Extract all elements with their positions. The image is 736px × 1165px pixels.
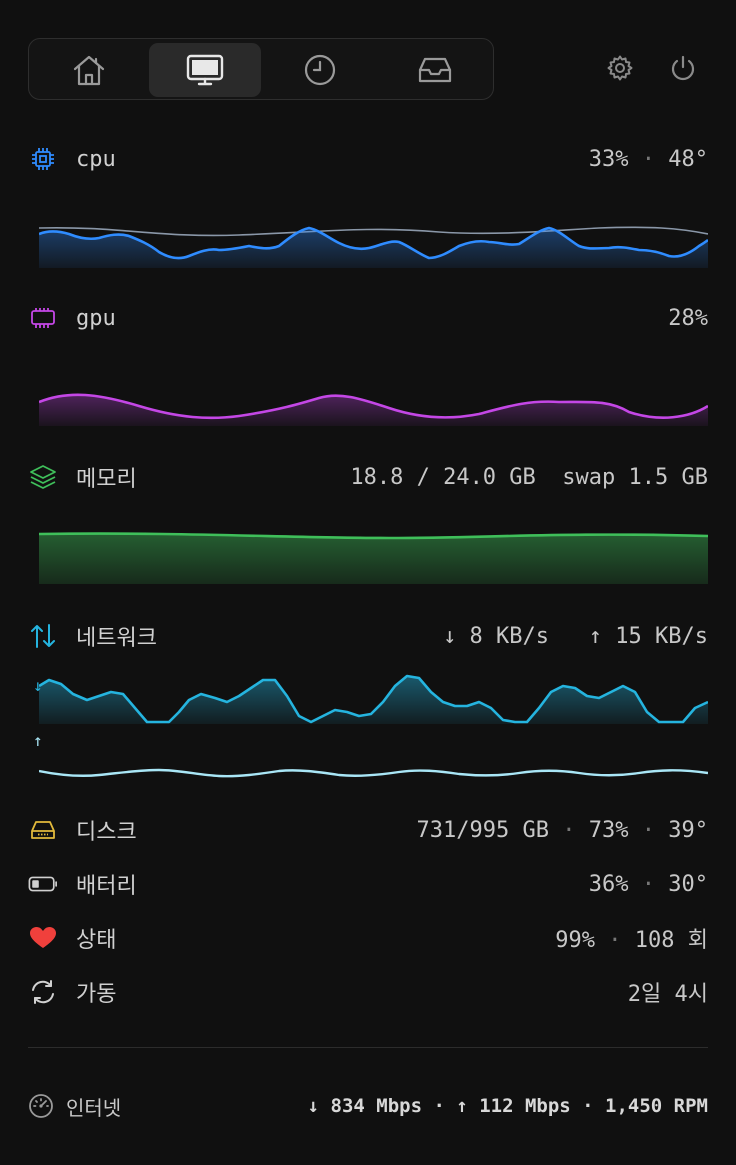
battery-cycles: 108 회 [634,928,708,953]
speedometer-icon [28,1093,54,1119]
tab-monitor[interactable] [149,43,261,97]
heart-icon [28,923,58,953]
gpu-header: gpu 28% [28,300,708,336]
separator: · [608,928,622,953]
health-percent: 99% [555,928,596,953]
cpu-stats: 33% · 48° [589,147,708,172]
cpu-usage: 33% [588,146,629,172]
settings-button[interactable] [604,52,636,84]
power-icon [671,55,695,81]
memory-chart [39,528,708,584]
separator: · [641,871,655,897]
gpu-card-icon [28,303,58,333]
gear-icon [607,55,633,81]
uptime-row: 가동 2일 4시 [28,974,708,1010]
memory-label: 메모리 [76,467,137,492]
battery-icon [28,869,58,899]
network-stats: ↓ 8 KB/s ↑ 15 KB/s [443,624,708,649]
memory-swap: swap 1.5 GB [562,464,708,490]
separator: · [641,146,655,172]
network-up: ↑ 15 KB/s [588,623,708,649]
memory-used: 18.8 / 24.0 GB [350,464,536,490]
upload-line [39,768,708,778]
network-header: 네트워크 ↓ 8 KB/s ↑ 15 KB/s [28,618,708,654]
inbox-icon [418,57,452,83]
internet-label: 인터넷 [66,1095,122,1120]
network-down: ↓ 8 KB/s [443,623,550,649]
cpu-header: cpu 33% · 48° [28,141,708,177]
disk-row: 디스크 731/995 GB · 73% · 39° [28,812,708,848]
disk-used: 731/995 GB [416,817,549,843]
disk-temp: 39° [668,817,708,843]
battery-stats: 36% · 30° [589,872,708,897]
power-button[interactable] [667,52,699,84]
memory-header: 메모리 18.8 / 24.0 GB swap 1.5 GB [28,459,708,495]
layers-icon [28,462,58,492]
health-stats: 99% · 108 회 [555,922,708,954]
tab-home[interactable] [33,43,145,97]
network-download-chart [39,672,708,724]
disk-percent: 73% [588,817,629,843]
home-icon [73,55,105,86]
battery-label: 배터리 [76,874,137,899]
tab-history[interactable] [264,43,376,97]
gpu-usage-area [39,394,708,426]
cpu-chart [39,218,708,268]
uptime-value: 2일 4시 [627,982,708,1007]
network-upload-chart [39,760,708,784]
refresh-icon [28,977,58,1007]
tab-bar [28,38,494,100]
transfer-arrows-icon [28,621,58,651]
disk-label: 디스크 [76,820,137,845]
network-label: 네트워크 [76,626,157,651]
upload-arrow-icon: ↑ [33,731,43,750]
separator: · [641,817,655,843]
battery-percent: 36% [588,871,629,897]
cpu-temp: 48° [668,146,708,172]
internet-stats: ↓ 834 Mbps · ↑ 112 Mbps · 1,450 RPM [307,1095,708,1117]
health-row: 상태 99% · 108 회 [28,920,708,956]
cpu-label: cpu [76,146,116,172]
gpu-chart [39,378,708,426]
health-label: 상태 [76,928,117,953]
memory-usage-area [39,533,708,584]
memory-stats: 18.8 / 24.0 GB swap 1.5 GB [350,465,708,490]
gpu-label: gpu [76,305,116,331]
tab-inbox[interactable] [379,43,491,97]
internet-row: 인터넷 ↓ 834 Mbps · ↑ 112 Mbps · 1,450 RPM [28,1088,708,1124]
monitor-icon [186,54,224,86]
hard-drive-icon [28,815,58,845]
cpu-temp-line [39,226,708,237]
gpu-usage: 28% [668,305,708,331]
clock-icon [304,54,336,86]
divider [28,1047,708,1048]
download-area [39,676,708,724]
battery-temp: 30° [668,871,708,897]
cpu-chip-icon [28,144,58,174]
battery-row: 배터리 36% · 30° [28,866,708,902]
uptime-label: 가동 [76,982,117,1007]
disk-stats: 731/995 GB · 73% · 39° [417,818,708,843]
separator: · [562,817,576,843]
